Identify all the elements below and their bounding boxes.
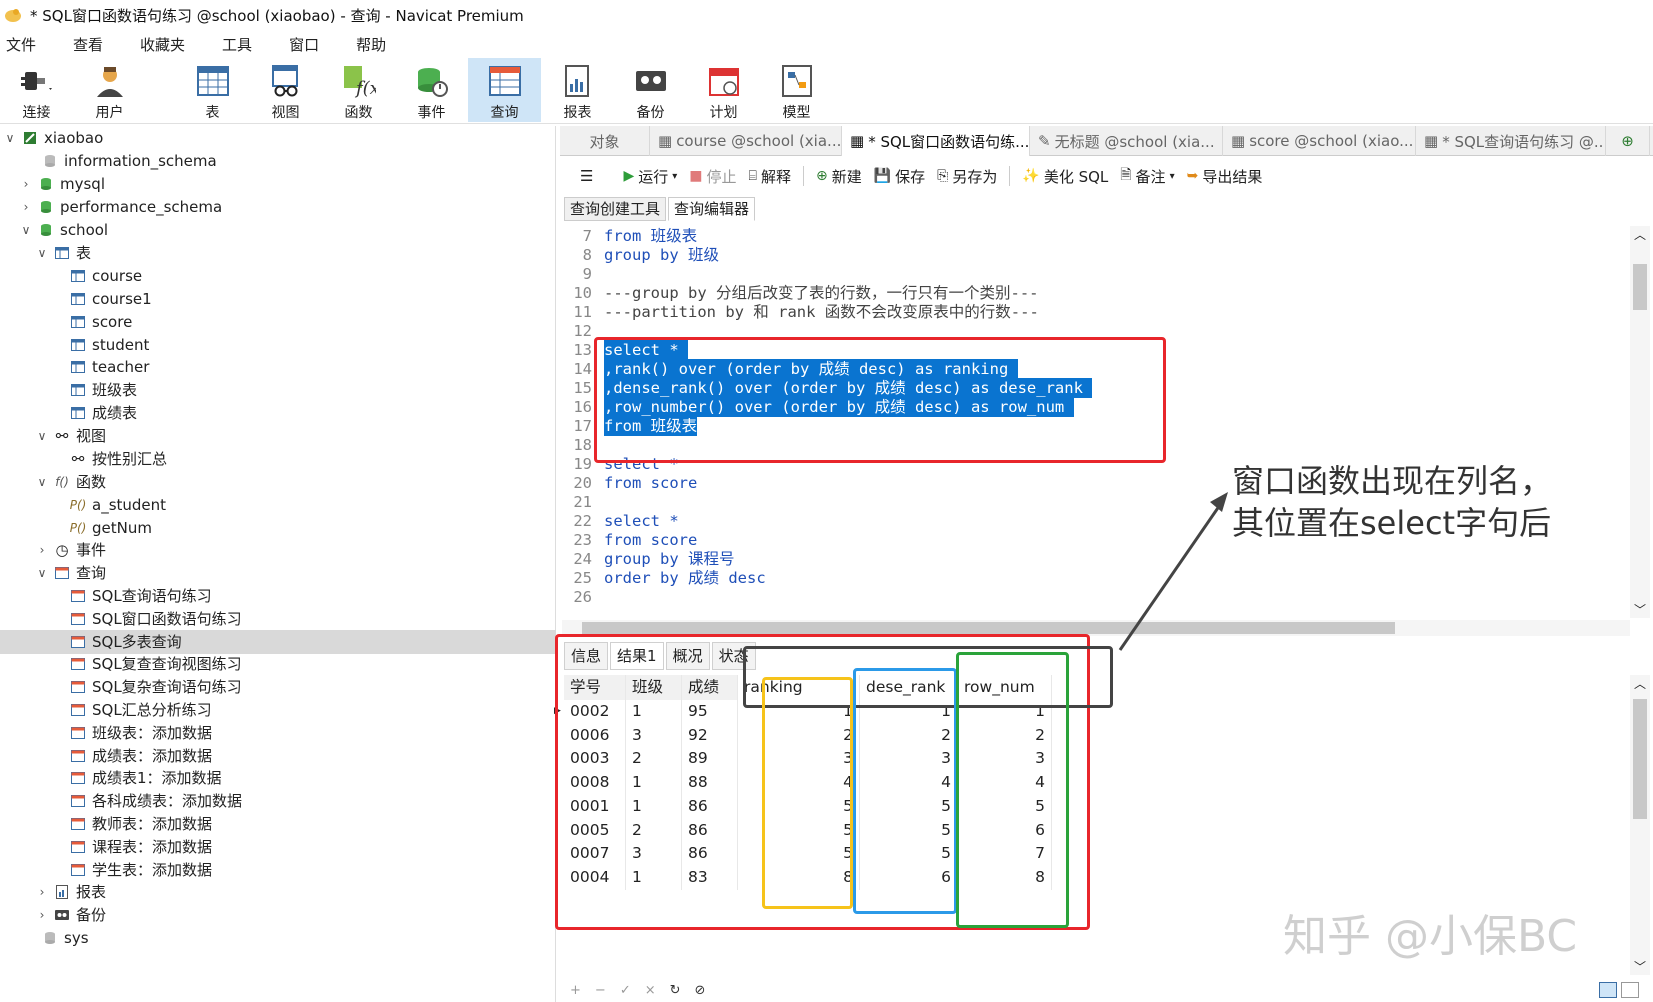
grid-view-icon[interactable] [1599, 982, 1617, 998]
apply-changes-icon[interactable]: ✓ [620, 983, 631, 998]
callout-text: 窗口函数出现在列名， 其位置在select字句后 [1232, 462, 1553, 542]
refresh-icon[interactable]: ↻ [670, 983, 681, 998]
delete-record-icon[interactable]: − [595, 983, 606, 998]
watermark: 知乎 @小保BC [1283, 911, 1578, 962]
add-record-icon[interactable]: + [570, 983, 581, 998]
form-view-icon[interactable] [1621, 982, 1639, 998]
discard-changes-icon[interactable]: × [645, 983, 656, 998]
stop-refresh-icon[interactable]: ⊘ [695, 983, 706, 998]
grid-bottom-bar: + − ✓ × ↻ ⊘ [562, 978, 1653, 1002]
